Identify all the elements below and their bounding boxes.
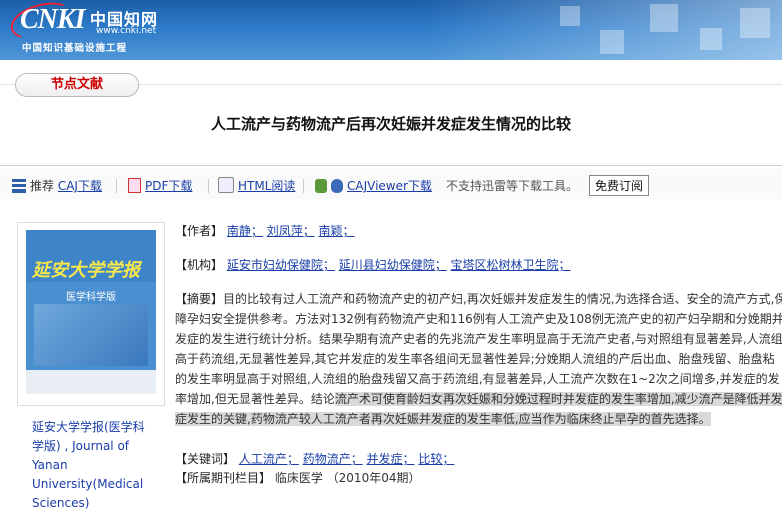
cover-subtitle: 医学科学版 [66, 292, 116, 303]
pdf-icon [128, 178, 141, 193]
html-read[interactable]: HTML阅读 [218, 177, 295, 194]
keyword-link[interactable]: 人工流产； [239, 452, 299, 466]
org-link[interactable]: 延川县妇幼保健院； [339, 258, 447, 272]
cover-footer [26, 370, 156, 394]
banner-decor [560, 6, 580, 26]
authors-label: 【作者】 [175, 224, 224, 238]
free-subscribe-button[interactable]: 免费订阅 [589, 175, 650, 196]
abstract-highlight: 流产术可使育龄妇女再次妊娠和分娩过程时并发症的发生率增加,减少流产是降低并发 [334, 392, 782, 406]
keyword-link[interactable]: 比较； [418, 452, 454, 466]
toolbar-divider [303, 179, 304, 193]
recommend-caj: 推荐 CAJ下载 [12, 177, 102, 194]
caj-download-link[interactable]: CAJ下载 [58, 179, 102, 193]
journal-name-line: 延安大学学报(医学科 [32, 420, 145, 434]
cover-image [34, 304, 148, 366]
journal-name-line: Sciences) [32, 496, 90, 510]
abstract-line: 的发生率明显高于对照组,人流组的胎盘残留又高于药流组,有显著差异,人工流产次数在… [175, 372, 780, 386]
keyword-link[interactable]: 药物流产； [303, 452, 363, 466]
abstract-line: 障孕妇安全提供参考。方法对132例有药物流产史和116例有人工流产史及108例无… [175, 312, 782, 326]
recommend-icon [12, 179, 26, 193]
pdf-download[interactable]: PDF下载 [128, 177, 192, 194]
banner-decor [600, 30, 624, 54]
journal-name-line: University(Medical [32, 477, 144, 491]
journal-cover[interactable]: 延安大学学报 医学科学版 [26, 230, 156, 394]
journal-name-link[interactable]: 延安大学学报(医学科 学版) , Journal of Yanan Univer… [32, 418, 160, 513]
cajviewer-link[interactable]: CAJViewer下载 [347, 179, 432, 193]
android-icon [315, 179, 327, 193]
logo-url: www.cnki.net [96, 26, 157, 36]
journal-name-line: 学版) , Journal of [32, 439, 130, 453]
issue-row: 【所属期刊栏目】 临床医学 （2010年04期） [175, 469, 782, 489]
banner-decor [700, 28, 722, 50]
org-link[interactable]: 延安市妇幼保健院； [227, 258, 335, 272]
banner-decor [650, 4, 678, 32]
recommend-label: 推荐 [30, 179, 55, 193]
title-divider [0, 165, 782, 166]
cover-title: 延安大学学报 [32, 260, 140, 281]
abstract-text: 率增加,但无显著性差异。结论 [175, 392, 335, 406]
header-banner: CNKI 中国知网 www.cnki.net 中国知识基础设施工程 [0, 0, 782, 60]
authors-row: 【作者】 南静； 刘凤萍； 南颖； [175, 222, 782, 242]
journal-name-line: Yanan [32, 458, 68, 472]
orgs-row: 【机构】 延安市妇幼保健院； 延川县妇幼保健院； 宝塔区松树林卫生院； [175, 256, 782, 276]
issue-value: 临床医学 （2010年04期） [274, 471, 421, 485]
author-link[interactable]: 南静； [227, 224, 263, 238]
apple-icon [331, 179, 343, 193]
download-toolbar: 推荐 CAJ下载 PDF下载 HTML阅读 CAJViewer下载 不支持迅雷等… [0, 169, 782, 199]
issue-label: 【所属期刊栏目】 [175, 471, 272, 485]
cajviewer-download[interactable]: CAJViewer下载 [315, 177, 432, 194]
orgs-label: 【机构】 [175, 258, 224, 272]
logo-subtitle: 中国知识基础设施工程 [22, 43, 128, 54]
keyword-link[interactable]: 并发症； [367, 452, 415, 466]
pdf-download-link[interactable]: PDF下载 [145, 179, 192, 193]
banner-decor [740, 8, 770, 38]
abstract-highlight: 症发生的关键,药物流产较人工流产者再次妊娠并发症的发生率低,应当作为临床终止早孕… [175, 412, 711, 426]
keywords-row: 【关键词】 人工流产； 药物流产； 并发症； 比较； [175, 450, 782, 470]
abstract-label: 【摘要】 [175, 292, 224, 306]
org-link[interactable]: 宝塔区松树林卫生院； [451, 258, 571, 272]
toolbar-divider [208, 179, 209, 193]
abstract-line: 发症的发生进行统计分析。结果孕期有流产史者的先兆流产发生率明显高于无流产史者,与… [175, 332, 782, 346]
html-read-link[interactable]: HTML阅读 [238, 179, 295, 193]
author-link[interactable]: 南颖； [319, 224, 355, 238]
abstract-text: 目的比较有过人工流产和药物流产史的初产妇,再次妊娠并发症发生的情况,为选择合适、… [223, 292, 782, 306]
journal-cover-frame: 延安大学学报 医学科学版 [17, 222, 165, 406]
abstract-line: 率增加,但无显著性差异。结论流产术可使育龄妇女再次妊娠和分娩过程时并发症的发生率… [175, 389, 782, 409]
toolbar-divider [116, 179, 117, 193]
abstract: 【摘要】目的比较有过人工流产和药物流产史的初产妇,再次妊娠并发症发生的情况,为选… [175, 289, 782, 429]
abstract-line: 【摘要】目的比较有过人工流产和药物流产史的初产妇,再次妊娠并发症发生的情况,为选… [175, 289, 782, 309]
logo-cnki[interactable]: CNKI [20, 4, 85, 36]
keywords-label: 【关键词】 [175, 452, 236, 466]
download-notice: 不支持迅雷等下载工具。 [446, 179, 579, 193]
html-icon [218, 177, 234, 193]
node-tag: 节点文献 [15, 73, 139, 97]
page-title: 人工流产与药物流产后再次妊娠并发症发生情况的比较 [210, 115, 571, 133]
abstract-line: 症发生的关键,药物流产较人工流产者再次妊娠并发症的发生率低,应当作为临床终止早孕… [175, 409, 782, 429]
abstract-line: 高于药流组,无显著性差异,其它并发症的发生率各组间无显著性差异;分娩期人流组的产… [175, 352, 775, 366]
author-link[interactable]: 刘凤萍； [267, 224, 315, 238]
